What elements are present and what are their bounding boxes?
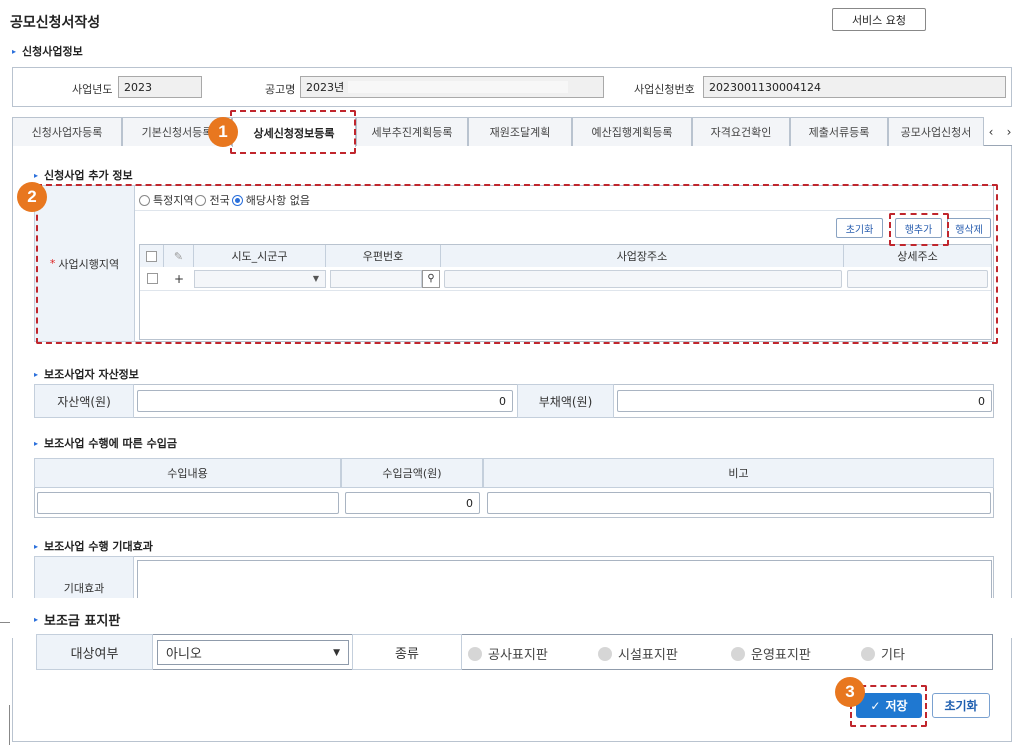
bullet-icon: ▸ [34, 541, 39, 551]
bullet-icon: ▸ [34, 170, 39, 180]
assets-title-text: 보조사업자 자산정보 [44, 368, 139, 381]
app-no-label: 사업신청번호 [634, 83, 695, 96]
asset-input[interactable]: 0 [137, 390, 513, 412]
revenue-content-input[interactable] [37, 492, 339, 514]
revenue-amount-input[interactable]: 0 [345, 492, 480, 514]
bullet-icon: ▸ [34, 438, 39, 448]
sign-type-label: 종류 [352, 634, 462, 670]
radio-facility-sign[interactable]: 시설표지판 [598, 644, 731, 663]
sign-target-label: 대상여부 [36, 634, 153, 670]
tab-bar: 신청사업자등록 기본신청서등록 상세신청정보등록 세부추진계획등록 재원조달계획… [12, 117, 1012, 147]
divider [0, 622, 10, 623]
revenue-col-note: 비고 [483, 458, 994, 488]
notice-value: 2023년 [306, 81, 345, 94]
additional-title-text: 신청사업 추가 정보 [44, 169, 133, 182]
assets-section-title: ▸ 보조사업자 자산정보 [34, 366, 139, 382]
radio-construction-sign[interactable]: 공사표지판 [468, 644, 598, 663]
service-request-button[interactable]: 서비스 요청 [832, 8, 926, 31]
year-label: 사업년도 [72, 83, 113, 96]
revenue-col-content: 수입내용 [34, 458, 341, 488]
callout-highlight-add-row [889, 213, 949, 246]
effect-section-title: ▸ 보조사업 수행 기대효과 [34, 538, 153, 554]
radio-other-sign[interactable]: 기타 [861, 644, 905, 663]
tab-scroll-left-icon[interactable]: ‹ [982, 117, 1000, 146]
callout-badge-2: 2 [17, 182, 47, 212]
additional-section-title: ▸ 신청사업 추가 정보 [34, 167, 133, 183]
divider [9, 705, 10, 745]
radio-dot [861, 646, 875, 661]
radio-label: 기타 [881, 648, 905, 663]
notice-label: 공고명 [265, 83, 296, 96]
debt-label: 부채액(원) [517, 384, 614, 418]
sign-overlay-bg [0, 598, 1012, 638]
basic-info-section-title: ▸ 신청사업정보 [12, 43, 83, 59]
effect-label: 기대효과 [34, 556, 134, 601]
radio-dot [598, 646, 612, 661]
basic-info-title-text: 신청사업정보 [22, 45, 83, 58]
radio-label: 시설표지판 [618, 648, 678, 663]
callout-highlight-tab [230, 110, 356, 154]
tab-plan[interactable]: 세부추진계획등록 [356, 117, 468, 146]
reset-button[interactable]: 초기화 [932, 693, 990, 718]
callout-badge-1: 1 [208, 117, 238, 147]
sign-section-title: ▸ 보조금 표지판 [34, 610, 120, 629]
notice-field[interactable]: 2023년 [300, 76, 604, 98]
debt-input[interactable]: 0 [617, 390, 992, 412]
tab-applicant[interactable]: 신청사업자등록 [12, 117, 122, 146]
revenue-section-title: ▸ 보조사업 수행에 따른 수입금 [34, 435, 177, 451]
chevron-down-icon: ▼ [333, 647, 340, 658]
effect-textarea[interactable] [137, 560, 992, 600]
bullet-icon: ▸ [34, 369, 39, 379]
callout-highlight-area [36, 184, 998, 344]
callout-badge-3: 3 [835, 677, 865, 707]
revenue-col-amount: 수입금액(원) [341, 458, 483, 488]
app-no-field[interactable]: 2023001130004124 [703, 76, 1006, 98]
redacted-block [348, 81, 569, 93]
radio-dot [731, 646, 745, 661]
sign-target-select[interactable]: 아니오 ▼ [157, 640, 349, 665]
tab-documents[interactable]: 제출서류등록 [790, 117, 888, 146]
page-title: 공모신청서작성 [10, 15, 101, 31]
tab-funding[interactable]: 재원조달계획 [468, 117, 572, 146]
sign-type-group: 공사표지판 시설표지판 운영표지판 기타 [468, 644, 905, 663]
year-field[interactable]: 2023 [118, 76, 202, 98]
tab-scroll-right-icon[interactable]: › [1000, 117, 1018, 146]
radio-label: 운영표지판 [751, 648, 811, 663]
sign-target-value: 아니오 [166, 647, 202, 662]
tab-eligibility[interactable]: 자격요건확인 [692, 117, 790, 146]
radio-dot [468, 646, 482, 661]
revenue-note-input[interactable] [487, 492, 991, 514]
radio-label: 공사표지판 [488, 648, 548, 663]
asset-label: 자산액(원) [34, 384, 134, 418]
effect-title-text: 보조사업 수행 기대효과 [44, 540, 153, 553]
tab-application[interactable]: 공모사업신청서 [888, 117, 984, 146]
tab-budget[interactable]: 예산집행계획등록 [572, 117, 692, 146]
bullet-icon: ▸ [34, 615, 39, 624]
bullet-icon: ▸ [12, 46, 17, 56]
sign-title-text: 보조금 표지판 [44, 614, 121, 629]
radio-operation-sign[interactable]: 운영표지판 [731, 644, 861, 663]
revenue-title-text: 보조사업 수행에 따른 수입금 [44, 437, 177, 450]
